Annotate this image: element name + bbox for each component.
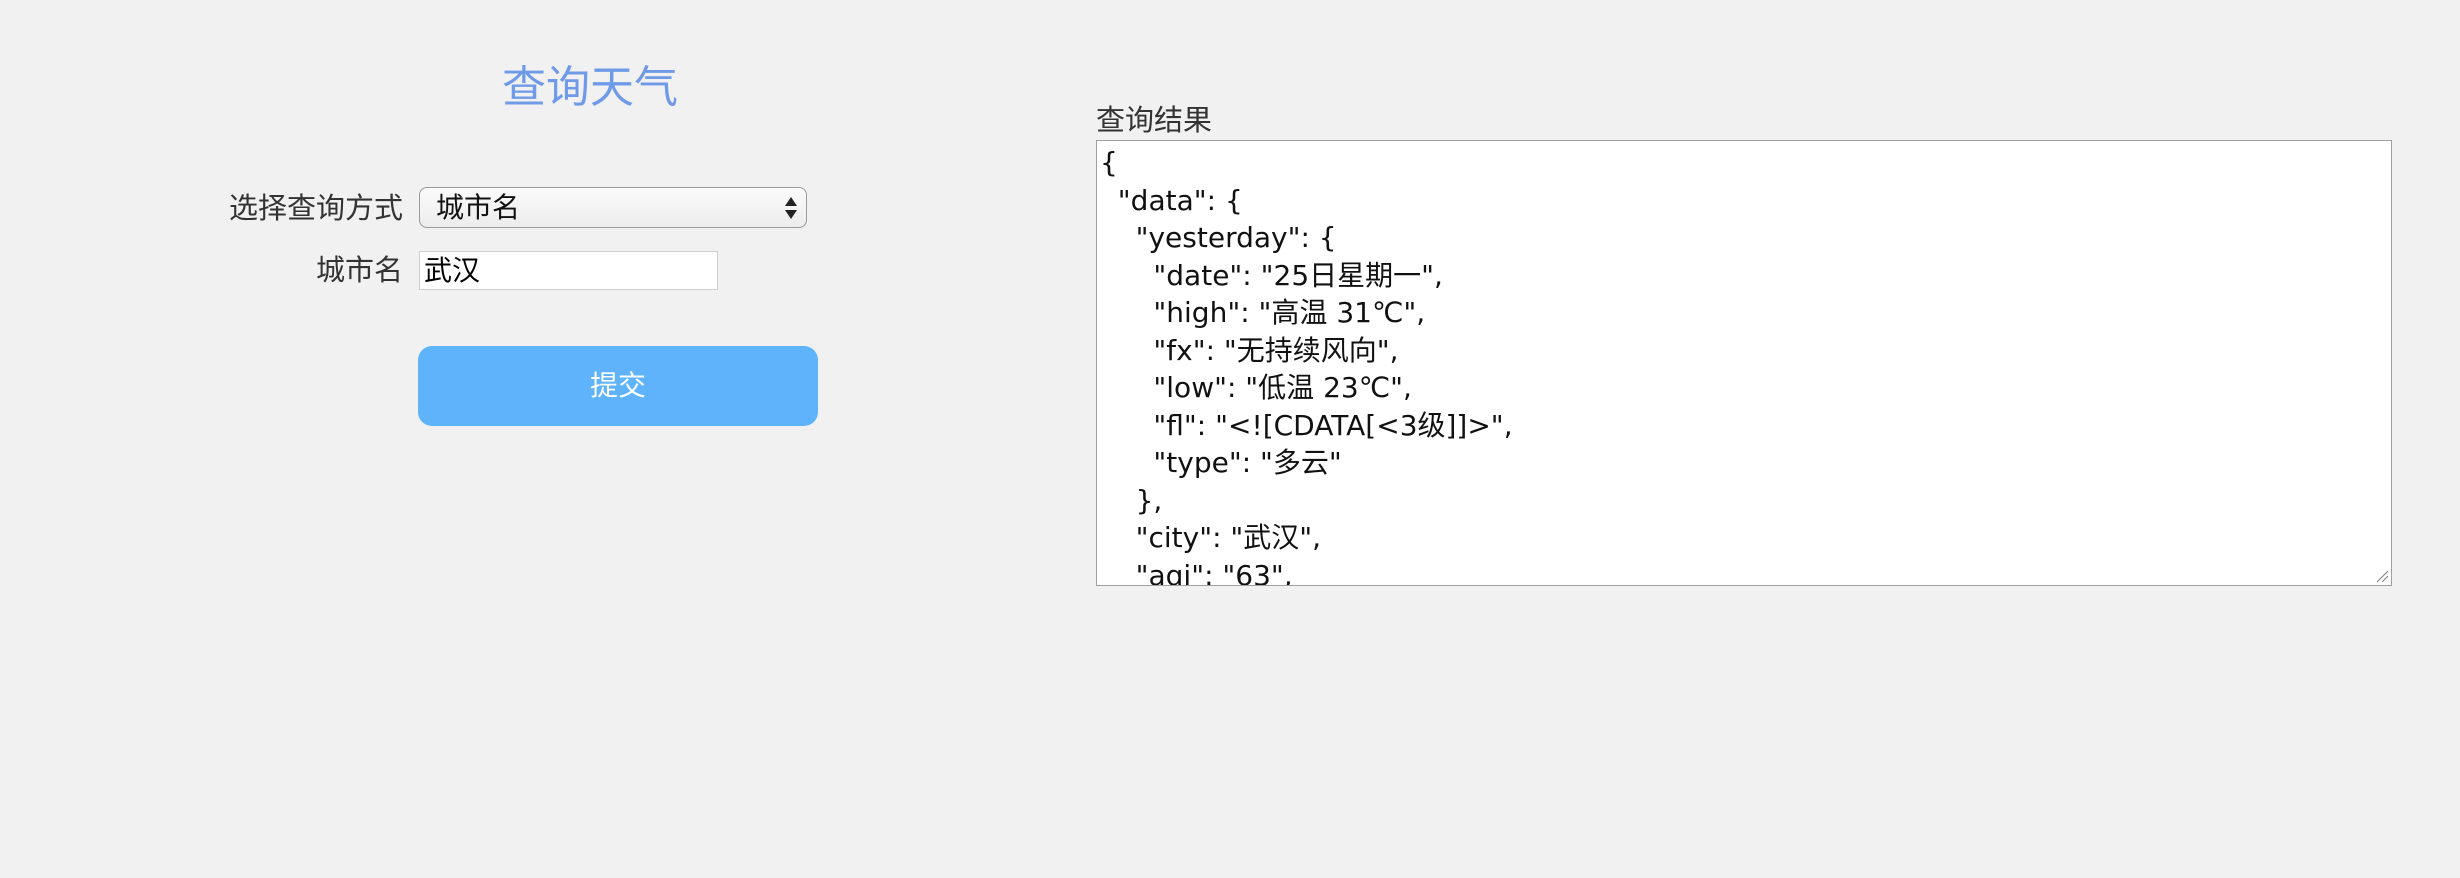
query-method-label: 选择查询方式 xyxy=(228,191,403,225)
result-textarea[interactable]: { "data": { "yesterday": { "date": "25日星… xyxy=(1096,140,2392,586)
result-json-text: { "data": { "yesterday": { "date": "25日星… xyxy=(1100,146,1513,586)
page-title: 查询天气 xyxy=(502,62,678,113)
resize-grip-icon[interactable] xyxy=(2373,567,2389,583)
select-arrows-icon xyxy=(785,197,797,219)
query-method-selected-value: 城市名 xyxy=(436,191,521,224)
city-name-label: 城市名 xyxy=(315,253,403,287)
city-name-input[interactable]: 武汉 xyxy=(419,251,718,290)
submit-button[interactable]: 提交 xyxy=(418,346,818,426)
query-method-select[interactable]: 城市名 xyxy=(419,187,807,228)
result-label: 查询结果 xyxy=(1096,103,1213,137)
